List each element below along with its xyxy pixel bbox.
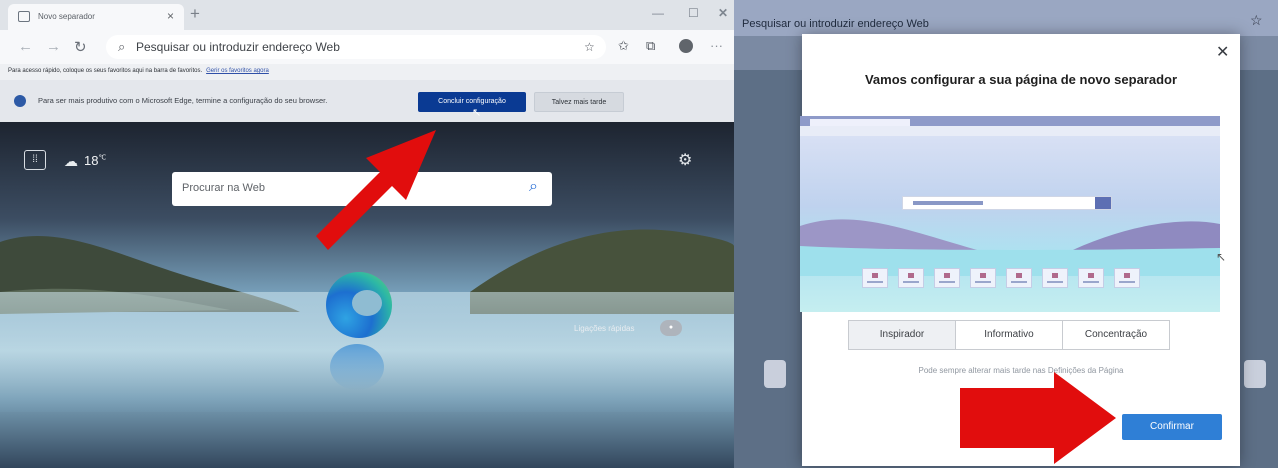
- preview-tile: [898, 268, 924, 288]
- forward-icon[interactable]: →: [46, 38, 61, 55]
- setup-infobar: Para ser mais produtivo com o Microsoft …: [0, 80, 734, 122]
- preview-tile: [1006, 268, 1032, 288]
- apps-grid-icon[interactable]: ⁞⁞: [24, 150, 46, 170]
- background-tile: [764, 360, 786, 388]
- favorite-star-icon[interactable]: ☆: [584, 40, 595, 54]
- dialog-title: Vamos configurar a sua página de novo se…: [864, 72, 1178, 87]
- address-input[interactable]: ⌕ Pesquisar ou introduzir endereço Web ☆: [106, 35, 606, 59]
- favorites-bar: Para acesso rápido, coloque os seus favo…: [0, 64, 734, 80]
- preview-tile: [1114, 268, 1140, 288]
- preview-tile-icon: [1016, 273, 1022, 278]
- favorites-bar-text-wrap: Para acesso rápido, coloque os seus favo…: [8, 68, 269, 74]
- weather-cloud-icon: ☁: [64, 153, 78, 169]
- cursor-icon: ↖: [1216, 250, 1227, 264]
- tab-title: Novo separador: [38, 12, 95, 21]
- preview-tile-icon: [872, 273, 878, 278]
- preview-tile: [970, 268, 996, 288]
- preview-address-bar: [800, 126, 1220, 136]
- settings-hint: Pode sempre alterar mais tarde nas Defin…: [918, 366, 1124, 375]
- preview-search-text: [913, 201, 983, 205]
- address-placeholder: Pesquisar ou introduzir endereço Web: [136, 40, 340, 54]
- preview-tile-icon: [1088, 273, 1094, 278]
- preview-tile-label: [867, 281, 883, 283]
- close-icon[interactable]: ✕: [1216, 42, 1229, 62]
- cursor-icon: ↖: [472, 107, 482, 119]
- favorites-bar-text: Para acesso rápido, coloque os seus favo…: [8, 68, 203, 74]
- maximize-icon[interactable]: ☐: [688, 6, 699, 20]
- preview-search-button: [1095, 197, 1111, 209]
- edge-logo-inner: [352, 290, 382, 316]
- favorites-icon[interactable]: ✩: [618, 38, 629, 54]
- preview-tile: [1078, 268, 1104, 288]
- preview-tab: [810, 119, 910, 126]
- maybe-later-button[interactable]: Talvez mais tarde: [534, 92, 624, 112]
- confirm-button[interactable]: Confirmar: [1122, 414, 1222, 440]
- quick-links-toggle[interactable]: ●: [660, 320, 682, 336]
- address-bar: ← → ↻ ⌕ Pesquisar ou introduzir endereço…: [0, 30, 734, 64]
- web-search-placeholder: Procurar na Web: [182, 182, 265, 194]
- back-icon[interactable]: ←: [18, 38, 33, 55]
- layout-option-informativo[interactable]: Informativo: [955, 320, 1063, 350]
- preview-tile-icon: [1124, 273, 1130, 278]
- search-icon[interactable]: ⌕: [529, 178, 538, 196]
- setup-dialog: ✕ Vamos configurar a sua página de novo …: [800, 34, 1240, 466]
- preview-tile-label: [1083, 281, 1099, 283]
- layout-option-concentracao[interactable]: Concentração: [1062, 320, 1170, 350]
- infobar-message: Para ser mais produtivo com o Microsoft …: [38, 96, 328, 105]
- right-screenshot: Pesquisar ou introduzir endereço Web ☆ ✕…: [734, 0, 1278, 468]
- left-screenshot: Novo separador × + — ☐ ✕ ← → ↻ ⌕ Pesquis…: [0, 0, 734, 468]
- web-search-input[interactable]: Procurar na Web ⌕: [172, 172, 552, 206]
- temperature-unit: ℃: [98, 154, 107, 162]
- preview-tile-label: [1047, 281, 1063, 283]
- search-icon: ⌕: [118, 39, 126, 54]
- title-bar: Novo separador × + — ☐ ✕: [0, 0, 734, 30]
- preview-tile-label: [903, 281, 919, 283]
- quick-links-label: Ligações rápidas: [574, 324, 635, 333]
- preview-hills: [800, 219, 1220, 276]
- settings-gear-icon[interactable]: ⚙: [678, 150, 692, 170]
- temperature: 18℃: [84, 153, 106, 168]
- preview-tile-icon: [908, 273, 914, 278]
- preview-tile-label: [1119, 281, 1135, 283]
- preview-tile-icon: [980, 273, 986, 278]
- preview-tabstrip: [800, 116, 1220, 126]
- collections-icon[interactable]: ⧉: [646, 38, 655, 54]
- minimize-icon[interactable]: —: [652, 6, 664, 20]
- preview-tile-icon: [944, 273, 950, 278]
- new-tab-icon[interactable]: +: [190, 5, 200, 23]
- window-close-icon[interactable]: ✕: [718, 6, 728, 20]
- profile-icon[interactable]: [679, 39, 693, 53]
- browser-tab[interactable]: Novo separador ×: [8, 4, 184, 30]
- preview-tile-label: [939, 281, 955, 283]
- preview-tile-label: [975, 281, 991, 283]
- layout-preview: [800, 116, 1220, 312]
- preview-tile-label: [1011, 281, 1027, 283]
- address-bar-blurred: Pesquisar ou introduzir endereço Web ☆: [734, 0, 1278, 36]
- close-icon[interactable]: ×: [167, 9, 174, 23]
- edge-icon: [14, 95, 26, 107]
- background-tile: [1244, 360, 1266, 388]
- more-icon[interactable]: ···: [710, 38, 723, 53]
- preview-tile: [934, 268, 960, 288]
- preview-tile: [1042, 268, 1068, 288]
- temperature-value: 18: [84, 153, 99, 168]
- layout-option-inspirador[interactable]: Inspirador: [848, 320, 956, 350]
- preview-background: [800, 136, 1220, 312]
- preview-tile-icon: [1052, 273, 1058, 278]
- refresh-icon[interactable]: ↻: [74, 38, 87, 56]
- new-tab-page: ⁞⁞ ☁ 18℃ ⚙ Procurar na Web ⌕ Ligações rá…: [0, 122, 734, 468]
- favorite-star-icon[interactable]: ☆: [1250, 12, 1263, 29]
- edge-logo-reflection: [330, 344, 384, 390]
- tab-icon: [18, 11, 30, 22]
- manage-favorites-link[interactable]: Gerir os favoritos agora: [206, 68, 269, 74]
- preview-tile: [862, 268, 888, 288]
- address-placeholder: Pesquisar ou introduzir endereço Web: [742, 18, 929, 30]
- preview-search-box: [902, 196, 1112, 210]
